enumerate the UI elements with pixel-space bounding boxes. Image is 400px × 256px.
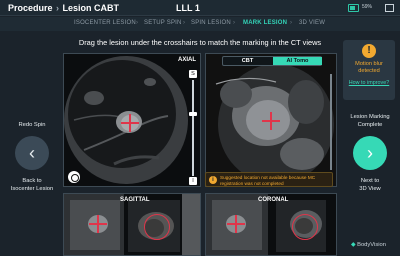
step-3d-view[interactable]: 3D VIEW: [299, 20, 325, 26]
sagittal-crosshair-left: [89, 215, 107, 233]
next-label-line2: 3D View: [359, 185, 381, 192]
room-label: LLL 1: [176, 3, 200, 13]
notice-text: Suggested location not available because…: [220, 175, 316, 186]
workflow-steps: ISOCENTER LESION › SETUP SPIN › SPIN LES…: [0, 17, 400, 31]
sagittal-ct-image: [64, 194, 200, 255]
battery-icon: [348, 4, 359, 12]
ct-main-viewer[interactable]: [205, 53, 337, 187]
breadcrumb-current: Lesion CABT: [62, 3, 120, 13]
toggle-cbt[interactable]: CBT: [223, 57, 272, 65]
back-label-line2: Isocenter Lesion: [10, 185, 54, 192]
coronal-crosshair-left: [227, 215, 245, 233]
step-mark-lesion[interactable]: MARK LESION: [243, 20, 287, 26]
axial-slider-top[interactable]: S: [189, 70, 197, 78]
lesion-complete-label: Lesion Marking Complete: [343, 114, 397, 130]
breadcrumb-separator: ›: [53, 3, 62, 13]
ct-mode-toggle[interactable]: CBT AI Tomo: [222, 56, 322, 66]
breadcrumb-procedure[interactable]: Procedure: [8, 3, 53, 13]
coronal-viewer[interactable]: CORONAL: [205, 193, 337, 256]
next-label-line1: Next to: [360, 178, 380, 184]
toggle-ai-tomo[interactable]: AI Tomo: [273, 57, 322, 65]
redo-spin-label: Redo Spin: [18, 122, 46, 128]
step-chevron-icon: ›: [183, 20, 185, 26]
ct-crosshair: [262, 112, 280, 130]
sagittal-target-circle: [144, 214, 170, 240]
step-chevron-icon: ›: [136, 20, 138, 26]
chevron-left-icon: ‹: [29, 142, 35, 163]
next-label: Next to 3D View: [343, 178, 397, 194]
axial-slider-knob[interactable]: [189, 112, 197, 116]
instruction-text: Drag the lesion under the crosshairs to …: [78, 38, 322, 47]
step-chevron-icon: ›: [233, 20, 235, 26]
recenter-icon[interactable]: [68, 171, 80, 183]
sagittal-viewer[interactable]: SAGITTAL: [63, 193, 201, 256]
window-icon[interactable]: [385, 4, 394, 12]
exclamation-icon: !: [362, 44, 376, 58]
back-label: Back to Isocenter Lesion: [4, 178, 60, 194]
top-header: Procedure › Lesion CABT LLL 1 59%: [0, 0, 400, 16]
step-chevron-icon: ›: [290, 20, 292, 26]
axial-slider-track[interactable]: [192, 80, 194, 176]
step-isocenter-lesion[interactable]: ISOCENTER LESION: [74, 20, 136, 26]
info-icon: i: [209, 176, 217, 184]
complete-line2: Complete: [357, 121, 383, 128]
coronal-label: CORONAL: [258, 197, 289, 203]
registration-notice: i Suggested location not available becau…: [205, 172, 333, 187]
axial-slider-bottom[interactable]: I: [189, 177, 197, 185]
ct-slider-track[interactable]: [330, 74, 332, 170]
complete-line1: Lesion Marking: [350, 114, 390, 120]
step-spin-lesion[interactable]: SPIN LESION: [191, 20, 231, 26]
breadcrumb: Procedure › Lesion CABT: [8, 3, 119, 13]
sagittal-label: SAGITTAL: [120, 197, 150, 203]
axial-crosshair: [121, 114, 139, 132]
next-button[interactable]: ›: [353, 136, 387, 170]
battery-percent: 59%: [362, 4, 373, 10]
motion-warning-text: Motion blur detected: [345, 61, 393, 76]
how-to-improve-link[interactable]: How to improve?: [345, 80, 393, 86]
step-setup-spin[interactable]: SETUP SPIN: [144, 20, 182, 26]
back-label-line1: Back to: [22, 178, 42, 184]
coronal-target-circle: [292, 214, 318, 240]
chevron-right-icon: ›: [367, 142, 373, 163]
warning-line1: Motion blur: [355, 61, 383, 67]
warning-line2: detected: [358, 68, 380, 75]
brand-logo: BodyVision: [351, 242, 386, 248]
axial-label: AXIAL: [178, 57, 196, 63]
axial-viewer[interactable]: AXIAL S I: [63, 53, 201, 187]
back-button[interactable]: ‹: [15, 136, 49, 170]
